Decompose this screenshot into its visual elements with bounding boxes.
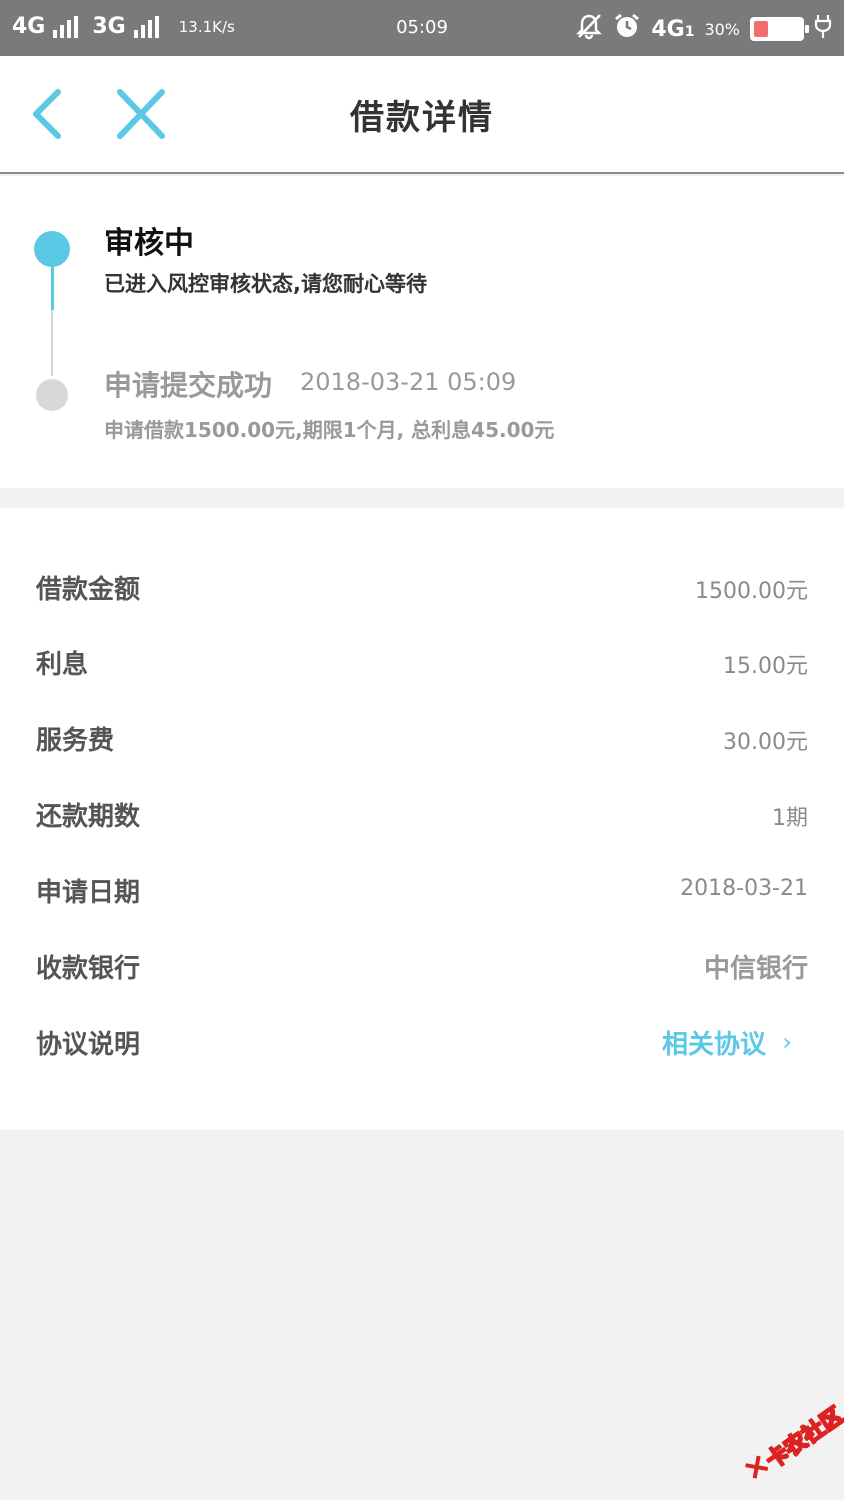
battery-percent: 30%	[704, 19, 740, 39]
timeline-step-desc: 申请借款1500.00元,期限1个月, 总利息45.00元	[104, 418, 555, 442]
timeline-line-active	[51, 264, 54, 310]
battery-level	[754, 21, 768, 37]
sim-index: 1	[684, 23, 695, 40]
detail-label: 还款期数	[36, 802, 141, 832]
app-header: 借款详情	[0, 56, 844, 174]
watermark: 卡农社区	[729, 1388, 844, 1500]
detail-label: 利息	[36, 650, 89, 680]
timeline-step-title: 申请提交成功	[104, 369, 273, 402]
network-type-3-label: 4G	[651, 16, 685, 42]
detail-row-loan-amount: 借款金额 1500.00元	[0, 557, 844, 617]
detail-row-agreement[interactable]: 协议说明 相关协议 ›	[0, 1012, 844, 1072]
chevron-right-icon: ›	[782, 1028, 792, 1056]
alarm-clock-icon	[613, 12, 641, 46]
status-right: 4G1 30%	[575, 12, 832, 46]
page-title: 借款详情	[350, 98, 494, 138]
timeline-dot-done	[36, 379, 68, 411]
detail-value: 15.00元	[723, 654, 808, 679]
detail-value: 30.00元	[723, 730, 808, 755]
detail-value: 中信银行	[703, 954, 808, 984]
detail-label: 服务费	[36, 726, 115, 756]
timeline-step-desc: 已进入风控审核状态,请您耐心等待	[104, 272, 427, 296]
agreement-link[interactable]: 相关协议	[662, 1024, 766, 1061]
detail-value: 1500.00元	[695, 579, 808, 604]
battery-icon	[750, 17, 809, 41]
detail-row-receiving-bank: 收款银行 中信银行	[0, 936, 844, 996]
detail-row-repay-periods: 还款期数 1期	[0, 784, 844, 844]
detail-row-apply-date: 申请日期 2018-03-21	[0, 860, 844, 920]
status-bar: 4G 3G 13.1K/s 05:09 4G1 30%	[0, 0, 844, 56]
detail-label: 借款金额	[36, 575, 141, 605]
network-type-3: 4G1	[651, 17, 694, 42]
battery-tip	[805, 25, 809, 33]
watermark-text: 卡农社区	[761, 1403, 844, 1475]
detail-label: 申请日期	[36, 878, 141, 908]
detail-row-interest: 利息 15.00元	[0, 632, 844, 692]
timeline-step-time: 2018-03-21 05:09	[300, 368, 517, 396]
loan-details: 借款金额 1500.00元 利息 15.00元 服务费 30.00元 还款期数 …	[0, 508, 844, 1130]
detail-value: 1期	[772, 806, 808, 831]
charging-plug-icon	[814, 13, 832, 45]
timeline-step-title: 审核中	[104, 226, 194, 261]
detail-label: 收款银行	[36, 954, 141, 984]
bell-off-icon	[575, 12, 603, 46]
timeline-line	[51, 310, 53, 376]
timeline-dot-active	[34, 231, 70, 267]
detail-label: 协议说明	[36, 1030, 141, 1060]
status-timeline: 审核中 已进入风控审核状态,请您耐心等待 申请提交成功 2018-03-21 0…	[0, 176, 844, 488]
detail-value: 2018-03-21	[680, 876, 808, 901]
detail-row-service-fee: 服务费 30.00元	[0, 708, 844, 768]
